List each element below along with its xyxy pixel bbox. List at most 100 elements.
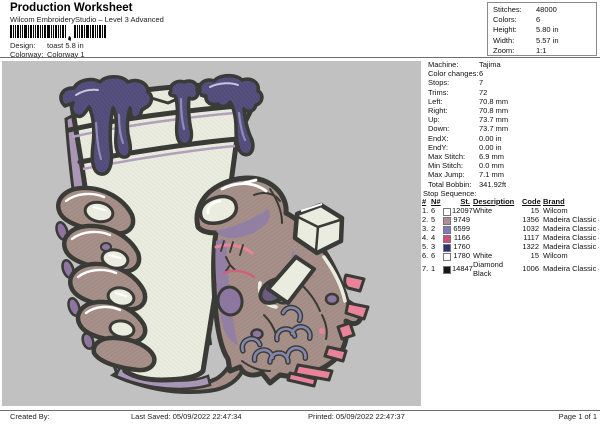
summary-row: Zoom: 1:1 <box>493 46 596 56</box>
summary-row: Colors: 6 <box>493 15 596 25</box>
summary-row: Width: 5.57 in <box>493 36 596 46</box>
machine-detail-label: EndY: <box>428 143 479 152</box>
footer-divider <box>0 410 600 411</box>
needle-num: 6 <box>431 252 443 261</box>
machine-detail-row: EndX: 0.00 in <box>428 134 599 143</box>
machine-detail-value: 7.1 mm <box>479 170 599 179</box>
thread-color-swatch <box>443 252 452 261</box>
stop-sequence-row: 5. 3 1760 1322 Madeira Classic 40 <box>421 243 599 252</box>
machine-detail-value: 7 <box>479 78 599 87</box>
machine-detail-value: 6.9 mm <box>479 152 599 161</box>
machine-detail-value: 0.00 in <box>479 134 599 143</box>
summary-label: Stitches: <box>493 5 536 15</box>
stop-sequence-row: 4. 4 1166 1117 Madeira Classic 40 <box>421 234 599 243</box>
thread-brand: Madeira Classic 40 <box>539 265 599 274</box>
page-number: Page 1 of 1 <box>559 412 597 421</box>
machine-detail-value: 72 <box>479 88 599 97</box>
machine-detail-value: 6 <box>479 69 599 78</box>
thread-color-swatch <box>443 216 452 225</box>
last-saved-label: Last Saved: 05/09/2022 22:47:34 <box>131 412 242 421</box>
embroidery-artwork <box>2 61 422 406</box>
stitch-count: 14847 <box>452 265 470 274</box>
stop-sequence-row: 6. 6 1780 White 15 Wilcom <box>421 252 599 261</box>
summary-value: 48000 <box>536 5 596 15</box>
machine-detail-value: 73.7 mm <box>479 124 599 133</box>
stop-sequence-row: 3. 2 6599 1032 Madeira Classic 40 <box>421 225 599 234</box>
thread-code: 15 <box>522 252 539 261</box>
stop-sequence-rows: 1. 6 12097 White 15 Wilcom 2. 5 9749 <box>421 207 599 279</box>
machine-detail-label: Max Jump: <box>428 170 479 179</box>
thread-brand: Wilcom <box>539 252 599 261</box>
created-by-label: Created By: <box>10 412 50 421</box>
thread-brand: Wilcom <box>539 207 599 216</box>
barcode-icon <box>10 25 108 41</box>
machine-detail-value: 70.8 mm <box>479 97 599 106</box>
machine-detail-value: 341.92ft <box>479 180 599 189</box>
summary-label: Width: <box>493 36 536 46</box>
thread-brand: Madeira Classic 40 <box>539 216 599 225</box>
machine-detail-row: Down: 73.7 mm <box>428 124 599 133</box>
stop-sequence-header-row: # N# St. Description Code Brand <box>421 198 599 207</box>
machine-detail-value: Tajima <box>479 60 599 69</box>
machine-detail-label: EndX: <box>428 134 479 143</box>
thread-color-swatch <box>443 225 452 234</box>
design-label: Design: <box>10 41 47 50</box>
design-preview <box>2 61 422 406</box>
thread-brand: Madeira Classic 40 <box>539 243 599 252</box>
summary-value: 1:1 <box>536 46 596 56</box>
machine-detail-label: Right: <box>428 106 479 115</box>
machine-detail-label: Machine: <box>428 60 479 69</box>
machine-detail-row: EndY: 0.00 in <box>428 143 599 152</box>
machine-detail-label: Trims: <box>428 88 479 97</box>
machine-detail-row: Max Jump: 7.1 mm <box>428 170 599 179</box>
design-name-row: Design:toast 5.8 in <box>10 41 84 50</box>
machine-detail-row: Stops: 7 <box>428 78 599 87</box>
machine-detail-row: Right: 70.8 mm <box>428 106 599 115</box>
machine-detail-label: Color changes: <box>428 69 479 78</box>
thread-color-swatch <box>443 234 452 243</box>
thread-color-swatch <box>443 265 452 274</box>
machine-detail-row: Total Bobbin: 341.92ft <box>428 180 599 189</box>
thread-description: Diamond Black <box>470 261 522 279</box>
machine-detail-row: Machine: Tajima <box>428 60 599 69</box>
thread-color-swatch <box>443 243 452 252</box>
app-name-subtitle: Wilcom EmbroideryStudio – Level 3 Advanc… <box>10 15 164 24</box>
machine-details-list: Machine: Tajima Color changes: 6 Stops: … <box>421 59 599 189</box>
thread-description: White <box>470 207 522 216</box>
summary-value: 5.80 in <box>536 25 596 35</box>
header-divider <box>0 57 600 58</box>
stop-sequence-row: 1. 6 12097 White 15 Wilcom <box>421 207 599 216</box>
needle-num: 1 <box>431 265 443 274</box>
machine-detail-row: Up: 73.7 mm <box>428 115 599 124</box>
machine-detail-label: Stops: <box>428 78 479 87</box>
printed-label: Printed: 05/09/2022 22:47:37 <box>308 412 405 421</box>
machine-detail-row: Max Stitch: 6.9 mm <box>428 152 599 161</box>
machine-detail-value: 73.7 mm <box>479 115 599 124</box>
summary-row: Height: 5.80 in <box>493 25 596 35</box>
machine-detail-row: Trims: 72 <box>428 88 599 97</box>
design-summary-box: Stitches: 48000 Colors: 6 Height: 5.80 i… <box>487 2 597 56</box>
stitch-count: 1780 <box>452 252 470 261</box>
machine-detail-label: Min Stitch: <box>428 161 479 170</box>
machine-detail-label: Down: <box>428 124 479 133</box>
stop-num: 7. <box>421 265 431 274</box>
thread-brand: Madeira Classic 40 <box>539 225 599 234</box>
stop-sequence-row: 7. 1 14847 Diamond Black 1006 Madeira Cl… <box>421 261 599 279</box>
stop-num: 6. <box>421 252 431 261</box>
thread-color-swatch <box>443 207 452 216</box>
machine-detail-label: Max Stitch: <box>428 152 479 161</box>
machine-detail-value: 70.8 mm <box>479 106 599 115</box>
design-value: toast 5.8 in <box>47 41 84 50</box>
machine-detail-row: Min Stitch: 0.0 mm <box>428 161 599 170</box>
details-panel: Machine: Tajima Color changes: 6 Stops: … <box>421 59 599 407</box>
machine-detail-label: Total Bobbin: <box>428 180 479 189</box>
thread-code: 1006 <box>522 265 539 274</box>
machine-detail-label: Left: <box>428 97 479 106</box>
summary-label: Zoom: <box>493 46 536 56</box>
stop-sequence-row: 2. 5 9749 1356 Madeira Classic 40 <box>421 216 599 225</box>
summary-label: Height: <box>493 25 536 35</box>
thread-brand: Madeira Classic 40 <box>539 234 599 243</box>
col-header-brand: Brand <box>539 198 599 207</box>
machine-detail-row: Color changes: 6 <box>428 69 599 78</box>
machine-detail-value: 0.0 mm <box>479 161 599 170</box>
